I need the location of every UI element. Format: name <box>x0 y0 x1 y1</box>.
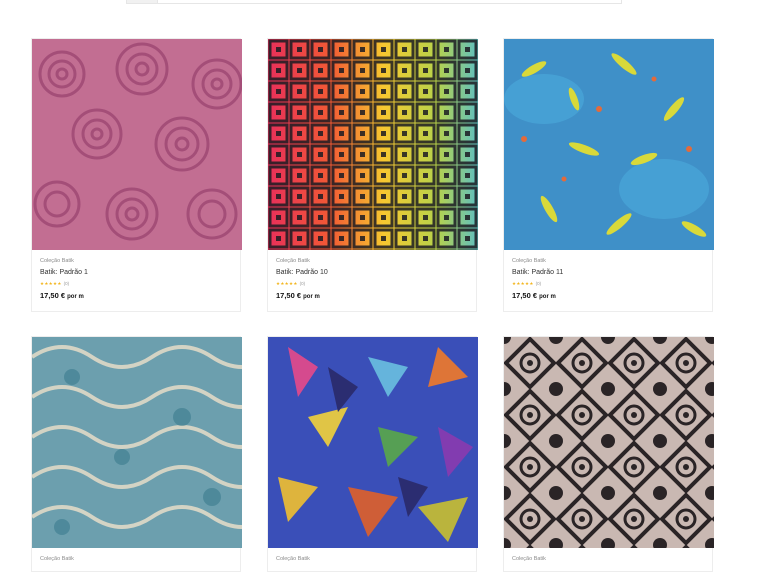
rating-stars: ★★★★★ (0) <box>40 280 232 287</box>
price-unit: por m <box>303 294 320 300</box>
product-name[interactable]: Batik: Padrão 10 <box>276 267 468 278</box>
price-value: 17,50 € <box>40 291 66 300</box>
product-card-2[interactable]: Coleção Batik Batik: Padrão 10 ★★★★★ (0) … <box>267 38 478 312</box>
price-value: 17,50 € <box>512 291 538 300</box>
product-price: 17,50 € por m <box>276 290 468 303</box>
stars-icon: ★★★★★ <box>276 281 298 286</box>
product-image-rainbow-diamonds[interactable] <box>268 39 478 250</box>
rating-stars: ★★★★★ (0) <box>276 280 468 287</box>
product-price: 17,50 € por m <box>40 290 232 303</box>
product-name[interactable]: Batik: Padrão 11 <box>512 267 704 278</box>
product-collection: Coleção Batik <box>276 258 310 264</box>
product-collection: Coleção Batik <box>512 556 546 562</box>
product-card-5[interactable]: Coleção Batik <box>267 336 478 572</box>
rating-stars: ★★★★★ (0) <box>512 280 704 287</box>
review-count: (0) <box>299 281 306 286</box>
product-image-pink-roses[interactable] <box>32 39 242 250</box>
product-collection: Coleção Batik <box>40 258 74 264</box>
product-card-3[interactable]: Coleção Batik Batik: Padrão 11 ★★★★★ (0) … <box>503 38 714 312</box>
product-card-6[interactable]: Coleção Batik <box>503 336 714 572</box>
product-image-teal-swirls[interactable] <box>32 337 242 548</box>
product-image-black-grey-tiles[interactable] <box>504 337 714 548</box>
product-card-4[interactable]: Coleção Batik <box>31 336 242 572</box>
product-name[interactable]: Batik: Padrão 1 <box>40 267 232 278</box>
price-unit: por m <box>67 294 84 300</box>
review-count: (0) <box>535 281 542 286</box>
price-unit: por m <box>539 294 556 300</box>
product-image-blue-leaves[interactable] <box>504 39 714 250</box>
search-category-button[interactable] <box>127 0 158 3</box>
product-collection: Coleção Batik <box>512 258 546 264</box>
product-collection: Coleção Batik <box>40 556 74 562</box>
product-collection: Coleção Batik <box>276 556 310 562</box>
review-count: (0) <box>63 281 70 286</box>
product-card-1[interactable]: Coleção Batik Batik: Padrão 1 ★★★★★ (0) 1… <box>31 38 242 312</box>
product-price: 17,50 € por m <box>512 290 704 303</box>
price-value: 17,50 € <box>276 291 302 300</box>
stars-icon: ★★★★★ <box>40 281 62 286</box>
stars-icon: ★★★★★ <box>512 281 534 286</box>
product-image-multicolor-pinwheels[interactable] <box>268 337 478 548</box>
search-bar[interactable] <box>126 0 622 4</box>
